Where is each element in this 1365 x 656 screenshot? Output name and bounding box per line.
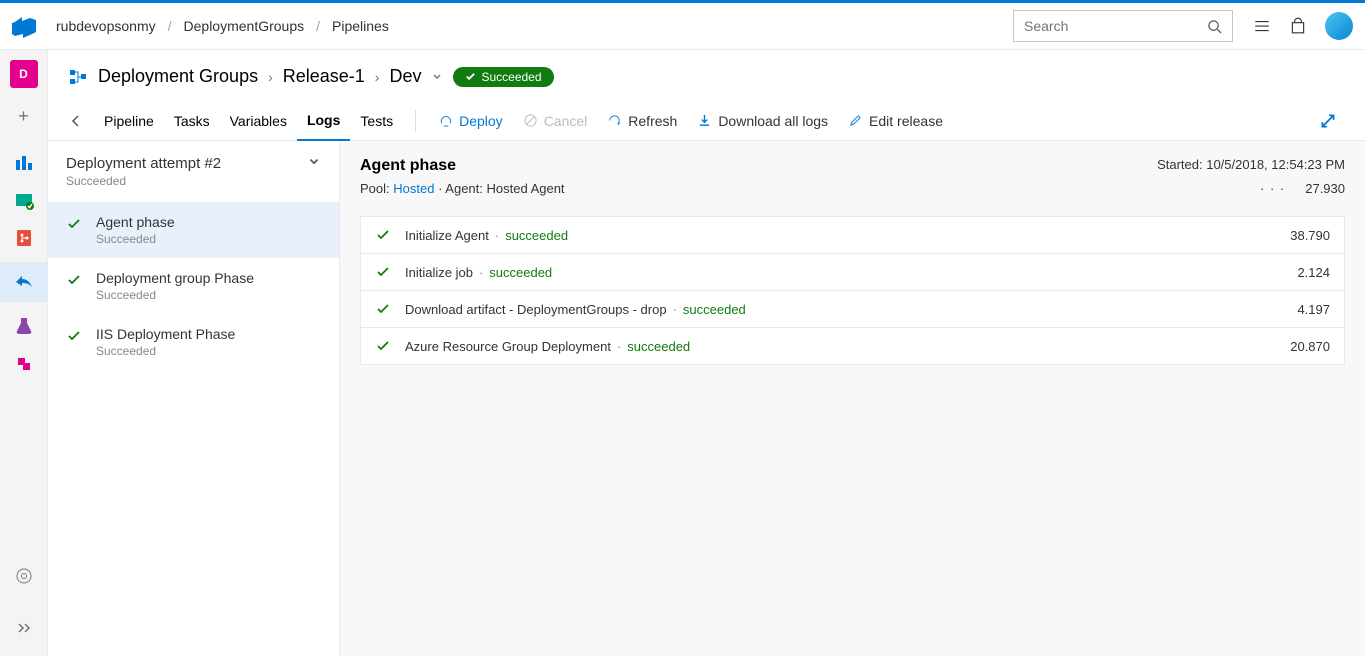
project-tile[interactable]: D [10, 60, 38, 88]
more-icon[interactable]: · · · [1260, 181, 1285, 196]
shopping-bag-icon[interactable] [1289, 17, 1307, 35]
chevron-right-icon: › [375, 69, 380, 85]
nav-test-plans[interactable] [10, 312, 38, 340]
check-icon [66, 328, 82, 358]
pool-link[interactable]: Hosted [393, 181, 434, 196]
breadcrumb: rubdevopsonmy / DeploymentGroups / Pipel… [56, 18, 1013, 34]
steps-table: Initialize Agent · succeeded 38.790 Init… [360, 216, 1345, 365]
started-timestamp: Started: 10/5/2018, 12:54:23 PM [1157, 157, 1345, 172]
refresh-button[interactable]: Refresh [597, 113, 687, 129]
total-time: 27.930 [1305, 181, 1345, 196]
chevron-down-icon[interactable] [431, 71, 443, 83]
check-icon [66, 272, 82, 302]
crumb-pipelines[interactable]: Pipelines [332, 18, 389, 34]
step-row[interactable]: Initialize Agent · succeeded 38.790 [361, 217, 1344, 254]
left-nav: D + [0, 50, 48, 656]
page-header: Deployment Groups › Release-1 › Dev Succ… [48, 50, 1365, 87]
crumb-org[interactable]: rubdevopsonmy [56, 18, 156, 34]
nav-boards[interactable] [10, 186, 38, 214]
collapse-icon[interactable] [10, 614, 38, 642]
phase-title: Agent phase [360, 157, 456, 175]
step-row[interactable]: Download artifact - DeploymentGroups - d… [361, 291, 1344, 328]
main: D + Deployment Groups › Release-1 › Dev … [0, 50, 1365, 656]
phase-item-agent[interactable]: Agent phase Succeeded [48, 202, 339, 258]
chevron-down-icon[interactable] [307, 155, 321, 169]
page-title: Deployment Groups › Release-1 › Dev [98, 66, 443, 87]
azure-devops-logo[interactable] [12, 14, 36, 38]
phases-sidebar: Deployment attempt #2 Succeeded Agent ph… [48, 141, 340, 656]
deploy-button[interactable]: Deploy [428, 113, 513, 129]
nav-pipelines[interactable] [0, 262, 48, 302]
phase-item-dg[interactable]: Deployment group Phase Succeeded [48, 258, 339, 314]
tab-variables[interactable]: Variables [220, 101, 297, 141]
topbar-actions [1253, 12, 1353, 40]
tab-tasks[interactable]: Tasks [164, 101, 220, 141]
expand-icon[interactable] [1311, 112, 1345, 130]
tabs-row: Pipeline Tasks Variables Logs Tests Depl… [48, 101, 1365, 141]
edit-release-button[interactable]: Edit release [838, 113, 953, 129]
status-badge: Succeeded [453, 67, 553, 87]
phase-item-iis[interactable]: IIS Deployment Phase Succeeded [48, 314, 339, 370]
add-icon[interactable]: + [10, 102, 38, 130]
search-input[interactable] [1024, 18, 1207, 34]
download-logs-button[interactable]: Download all logs [687, 113, 838, 129]
nav-repos[interactable] [10, 224, 38, 252]
attempt-header[interactable]: Deployment attempt #2 Succeeded [48, 141, 339, 202]
check-icon [375, 301, 391, 317]
pool-info: Pool: Hosted · Agent: Hosted Agent [360, 181, 565, 196]
check-icon [375, 264, 391, 280]
step-row[interactable]: Azure Resource Group Deployment · succee… [361, 328, 1344, 364]
body: Deployment attempt #2 Succeeded Agent ph… [48, 141, 1365, 656]
settings-icon[interactable] [10, 562, 38, 590]
top-bar: rubdevopsonmy / DeploymentGroups / Pipel… [0, 0, 1365, 50]
tab-pipeline[interactable]: Pipeline [94, 101, 164, 141]
deployment-groups-icon [68, 67, 88, 87]
cancel-button: Cancel [513, 113, 598, 129]
nav-artifacts[interactable] [10, 350, 38, 378]
search-icon [1207, 19, 1222, 34]
crumb-project[interactable]: DeploymentGroups [184, 18, 305, 34]
tab-logs[interactable]: Logs [297, 101, 350, 141]
tab-tests[interactable]: Tests [350, 101, 403, 141]
step-row[interactable]: Initialize job · succeeded 2.124 [361, 254, 1344, 291]
chevron-right-icon: › [268, 69, 273, 85]
back-arrow-icon[interactable] [68, 113, 84, 129]
check-icon [375, 338, 391, 354]
user-avatar[interactable] [1325, 12, 1353, 40]
details-panel: Agent phase Started: 10/5/2018, 12:54:23… [340, 141, 1365, 656]
content: Deployment Groups › Release-1 › Dev Succ… [48, 50, 1365, 656]
nav-dashboards[interactable] [10, 148, 38, 176]
check-icon [66, 216, 82, 246]
search-box[interactable] [1013, 10, 1233, 42]
check-icon [375, 227, 391, 243]
list-icon[interactable] [1253, 17, 1271, 35]
